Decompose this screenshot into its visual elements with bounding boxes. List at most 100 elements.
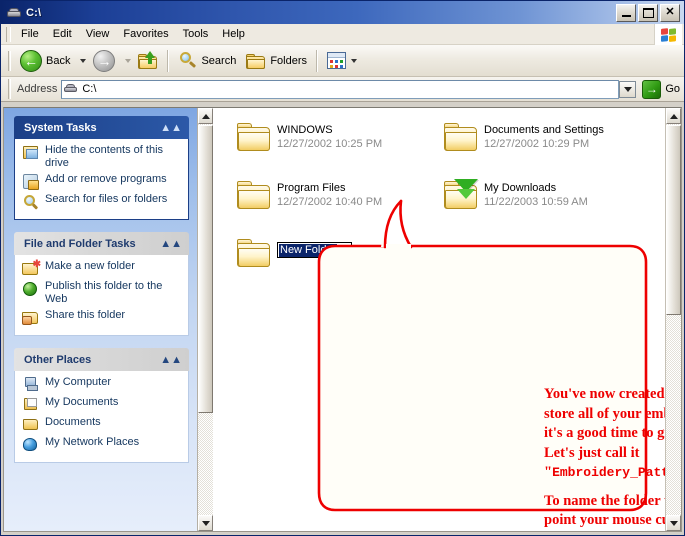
up-button[interactable] — [133, 48, 163, 74]
panel-header-other-places[interactable]: Other Places ▲▲ — [14, 348, 189, 371]
share-folder-icon — [22, 310, 40, 326]
toolbar-separator — [167, 49, 170, 72]
views-button[interactable] — [322, 48, 364, 74]
forward-button[interactable]: → — [88, 48, 120, 74]
place-label: Documents — [45, 416, 101, 428]
task-pane: System Tasks ▲▲ Hide the contents of thi… — [4, 108, 197, 531]
title-bar[interactable]: C:\ ✕ — [1, 1, 684, 24]
file-item[interactable]: Program Files 12/27/2002 10:40 PM — [235, 178, 382, 216]
scroll-up-button[interactable] — [666, 108, 681, 124]
menu-item-tools[interactable]: Tools — [176, 26, 216, 42]
chevron-down-icon — [623, 86, 632, 92]
address-value: C:\ — [82, 83, 97, 95]
task-publish-folder[interactable]: Publish this folder to the Web — [22, 280, 182, 306]
file-date: 11/22/2003 10:59 AM — [484, 196, 588, 208]
address-label: Address — [17, 83, 58, 95]
hide-contents-icon — [22, 145, 40, 161]
chevron-up-icon — [669, 113, 678, 119]
task-hide-contents[interactable]: Hide the contents of this drive — [22, 144, 182, 170]
menu-item-edit[interactable]: Edit — [46, 26, 79, 42]
address-dropdown-button[interactable] — [619, 80, 637, 98]
file-item[interactable]: WINDOWS 12/27/2002 10:25 PM — [235, 120, 382, 158]
sidebar-scrollbar[interactable] — [197, 108, 213, 531]
menu-item-file[interactable]: File — [14, 26, 46, 42]
file-name: My Downloads — [484, 182, 557, 194]
place-my-network-places[interactable]: My Network Places — [22, 436, 182, 453]
place-label: My Computer — [45, 376, 112, 388]
client-area: System Tasks ▲▲ Hide the contents of thi… — [3, 107, 682, 532]
task-make-new-folder[interactable]: ✱ Make a new folder — [22, 260, 182, 277]
task-label: Publish this folder to the Web — [45, 280, 163, 305]
search-label: Search — [201, 54, 237, 67]
back-history-chevron-down-icon[interactable] — [80, 58, 87, 63]
minimize-button[interactable] — [616, 3, 636, 22]
panel-system-tasks: System Tasks ▲▲ Hide the contents of thi… — [14, 116, 189, 220]
chevron-up-icon[interactable]: ▲▲ — [160, 354, 182, 366]
toolbar-separator-2 — [316, 49, 319, 72]
window-controls: ✕ — [616, 3, 682, 22]
views-chevron-down-icon[interactable] — [351, 58, 358, 63]
callout-paragraph-2: To name the folder the way you want, poi… — [544, 492, 665, 532]
forward-history-chevron-down-icon[interactable] — [125, 58, 132, 63]
file-item[interactable]: My Downloads 11/22/2003 10:59 AM — [442, 178, 588, 216]
address-grip[interactable] — [8, 79, 11, 99]
menu-item-view[interactable]: View — [79, 26, 117, 42]
place-my-computer[interactable]: My Computer — [22, 376, 182, 393]
folders-label: Folders — [270, 54, 308, 67]
download-folder-icon — [442, 178, 484, 216]
file-item-new-folder[interactable] — [235, 236, 277, 274]
rename-input[interactable]: New Folder — [277, 242, 353, 258]
drive-icon-small — [64, 83, 79, 95]
address-bar: Address C:\ → Go — [1, 77, 684, 102]
scroll-thumb[interactable] — [666, 125, 681, 315]
menu-item-favorites[interactable]: Favorites — [116, 26, 175, 42]
task-label: Hide the contents of this drive — [45, 144, 164, 169]
menu-item-help[interactable]: Help — [215, 26, 252, 42]
up-folder-icon — [138, 51, 158, 69]
chevron-down-icon — [201, 520, 210, 526]
scroll-down-button[interactable] — [666, 515, 681, 531]
sidebar-scroll-down-button[interactable] — [198, 515, 213, 531]
back-button[interactable]: ← Back — [15, 48, 75, 74]
chevron-up-icon[interactable]: ▲▲ — [160, 122, 182, 134]
panel-header-system-tasks[interactable]: System Tasks ▲▲ — [14, 116, 189, 139]
sidebar-scroll-thumb[interactable] — [198, 125, 213, 413]
folder-icon — [235, 236, 277, 274]
views-icon — [327, 52, 347, 69]
panel-body-system-tasks: Hide the contents of this drive Add or r… — [14, 139, 189, 220]
place-my-documents[interactable]: My Documents — [22, 396, 182, 413]
close-button[interactable]: ✕ — [660, 3, 680, 22]
panel-header-file-folder-tasks[interactable]: File and Folder Tasks ▲▲ — [14, 232, 189, 255]
go-button[interactable]: → Go — [642, 79, 680, 99]
sidebar-scroll-up-button[interactable] — [198, 108, 213, 124]
file-item[interactable]: Documents and Settings 12/27/2002 10:29 … — [442, 120, 604, 158]
my-computer-icon — [22, 377, 40, 393]
search-button[interactable]: Search — [173, 48, 241, 74]
new-folder-icon: ✱ — [22, 260, 41, 277]
chevron-up-icon[interactable]: ▲▲ — [160, 238, 182, 250]
task-share-folder[interactable]: Share this folder — [22, 309, 182, 326]
folders-button[interactable]: Folders — [241, 48, 312, 74]
place-documents[interactable]: Documents — [22, 416, 182, 433]
task-label: Add or remove programs — [45, 173, 167, 185]
window-title: C:\ — [26, 6, 42, 19]
place-label: My Network Places — [45, 436, 140, 448]
file-list-scrollbar[interactable] — [665, 108, 681, 531]
network-places-icon — [22, 437, 40, 453]
back-label: Back — [46, 54, 71, 67]
place-label: My Documents — [45, 396, 119, 408]
panel-title: System Tasks — [24, 121, 97, 134]
toolbar-grip[interactable] — [8, 50, 11, 71]
folder-icon — [442, 120, 484, 158]
panel-body-file-folder-tasks: ✱ Make a new folder Publish this folder … — [14, 255, 189, 336]
back-arrow-icon: ← — [20, 49, 42, 72]
address-input[interactable]: C:\ — [61, 79, 620, 99]
task-label: Make a new folder — [45, 260, 135, 272]
file-list[interactable]: WINDOWS 12/27/2002 10:25 PM Documents an… — [213, 108, 665, 531]
task-add-remove-programs[interactable]: Add or remove programs — [22, 173, 182, 190]
go-arrow-icon: → — [642, 79, 662, 99]
task-search-files[interactable]: Search for files or folders — [22, 193, 182, 210]
chevron-up-icon — [201, 113, 210, 119]
maximize-button[interactable] — [638, 3, 658, 22]
go-label: Go — [665, 83, 680, 95]
